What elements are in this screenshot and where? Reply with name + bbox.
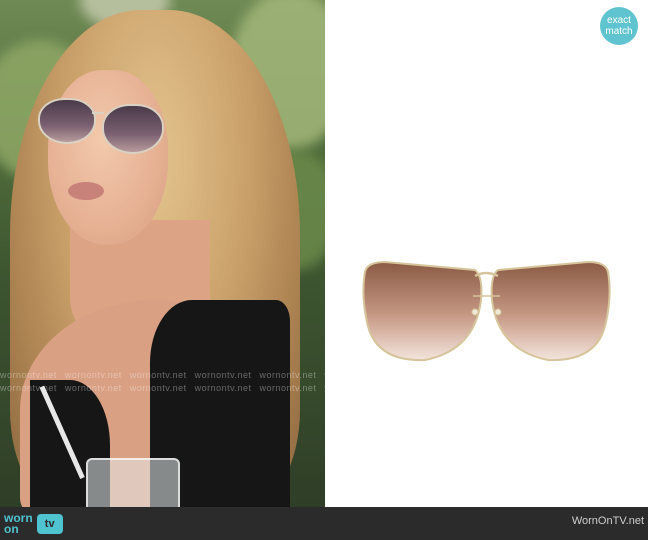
watermark-row: wornontv.net wornontv.net wornontv.net worn… — [0, 370, 576, 380]
footer-bar — [0, 507, 648, 540]
logo-text: worn on — [4, 510, 33, 536]
wornontv-logo[interactable]: worn on tv — [4, 507, 86, 540]
drinking-glass — [86, 458, 180, 507]
product-image-panel[interactable] — [325, 0, 648, 507]
watermark-row: wornontv.net wornontv.net wornontv.net worn… — [0, 383, 576, 393]
bridge — [474, 271, 499, 278]
site-name[interactable]: WornOnTV.net — [572, 515, 644, 527]
worn-sunglasses-bridge — [92, 112, 104, 114]
nose-pad-right — [494, 308, 502, 316]
lens-right — [490, 260, 611, 362]
tv-icon: tv — [36, 513, 63, 534]
face — [48, 70, 168, 245]
badge-line-2: match — [605, 26, 633, 37]
worn-sunglasses-lens-left — [38, 98, 96, 144]
lips — [68, 182, 104, 200]
tv-still-photo — [0, 0, 325, 507]
sunglasses-product-image — [362, 260, 611, 362]
lens-left — [362, 260, 483, 362]
exact-match-badge: exact match — [600, 7, 638, 45]
nose-pad-left — [471, 308, 479, 316]
worn-sunglasses-lens-right — [102, 104, 164, 154]
badge-line-1: exact — [607, 15, 631, 26]
